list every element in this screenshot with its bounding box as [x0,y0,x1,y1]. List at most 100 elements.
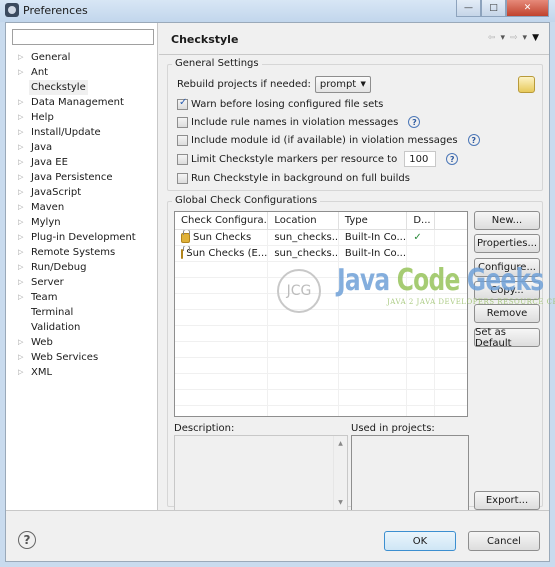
rebuild-select[interactable]: prompt ▼ [314,75,371,93]
tree-item-web[interactable]: ▷ Web [18,335,136,350]
set-as-default-button[interactable]: Set as Default [474,327,540,349]
minimize-button[interactable]: — [456,0,481,17]
tree-item-run-debug[interactable]: ▷ Run/Debug [18,260,136,275]
column-header-location[interactable]: Location [268,212,339,229]
tree-item-ant[interactable]: ▷ Ant [18,65,136,80]
tree-item-terminal[interactable]: Terminal [18,305,136,320]
expand-arrow-icon[interactable]: ▷ [18,110,31,125]
help-icon[interactable]: ? [408,116,421,128]
tree-item-general[interactable]: ▷ General [18,50,136,65]
tree-item-xml[interactable]: ▷ XML [18,365,136,380]
tree-item-maven[interactable]: ▷ Maven [18,200,136,215]
back-dropdown-icon[interactable]: ▾ [500,33,505,43]
table-row[interactable]: Sun Checks sun_checks... Built-In Co... … [175,230,467,246]
expand-arrow-icon[interactable]: ▷ [18,140,31,155]
tree-item-validation[interactable]: Validation [18,320,136,335]
expand-arrow-icon[interactable]: ▷ [18,170,31,185]
filter-input[interactable] [12,29,154,45]
footer-divider [6,510,549,511]
title-bar: Preferences — □ ✕ [0,0,555,22]
tree-item-label: General [31,52,71,63]
tree-item-web-services[interactable]: ▷ Web Services [18,350,136,365]
column-header-default[interactable]: D... [407,212,436,229]
run-background-checkbox[interactable] [177,172,188,184]
limit-markers-checkbox[interactable] [177,153,188,165]
tree-item-help[interactable]: ▷ Help [18,110,136,125]
help-icon[interactable]: ? [18,531,36,549]
view-menu-icon[interactable]: ▼ [532,33,539,43]
ok-button[interactable]: OK [384,531,456,551]
maximize-button[interactable]: □ [481,0,506,17]
cancel-button[interactable]: Cancel [468,531,540,551]
empty-row [175,294,467,310]
expand-arrow-icon[interactable]: ▷ [18,125,31,140]
tree-item-plug-in-development[interactable]: ▷ Plug-in Development [18,230,136,245]
scroll-down-icon[interactable]: ▼ [338,499,343,506]
tree-item-label: XML [31,367,53,378]
tree-item-server[interactable]: ▷ Server [18,275,136,290]
tree-item-javascript[interactable]: ▷ JavaScript [18,185,136,200]
expand-arrow-icon[interactable]: ▷ [18,65,31,80]
description-scrollbar[interactable]: ▲ ▼ [333,436,347,510]
limit-markers-label: Limit Checkstyle markers per resource to [191,153,398,165]
chevron-down-icon: ▼ [360,80,366,88]
tree-item-java-persistence[interactable]: ▷ Java Persistence [18,170,136,185]
remove-button[interactable]: Remove [474,304,540,323]
configure-button[interactable]: Configure... [474,258,540,277]
configuration-icon[interactable] [518,76,535,93]
scroll-up-icon[interactable]: ▲ [338,440,343,447]
expand-arrow-icon[interactable]: ▷ [18,245,31,260]
table-row[interactable]: Sun Checks (E... sun_checks... Built-In … [175,246,467,262]
expand-arrow-icon[interactable]: ▷ [18,290,31,305]
expand-arrow-icon[interactable]: ▷ [18,350,31,365]
markers-limit-input[interactable]: 100 [404,151,437,167]
expand-arrow-icon[interactable]: ▷ [18,185,31,200]
properties-button[interactable]: Properties... [474,234,540,253]
column-header-type[interactable]: Type [339,212,408,229]
column-header-name[interactable]: Check Configura... [175,212,269,229]
run-background-label: Run Checkstyle in background on full bui… [191,172,410,184]
lock-icon [181,246,191,259]
expand-arrow-icon[interactable]: ▷ [18,200,31,215]
expand-arrow-icon[interactable]: ▷ [18,365,31,380]
tree-item-mylyn[interactable]: ▷ Mylyn [18,215,136,230]
warn-file-sets-checkbox[interactable] [177,97,188,110]
expand-arrow-icon[interactable]: ▷ [18,230,31,245]
expand-arrow-icon[interactable]: ▷ [18,335,31,350]
tree-item-label: JavaScript [31,187,82,198]
preferences-dialog: ▷ General ▷ Ant Checkstyle ▷ Data Management ▷ H… [5,22,555,562]
new-button[interactable]: New... [474,211,540,230]
forward-dropdown-icon[interactable]: ▾ [523,33,528,43]
config-location: sun_checks... [268,246,339,261]
include-module-id-checkbox[interactable] [177,134,188,146]
expand-arrow-icon[interactable]: ▷ [18,155,31,170]
tree-item-label: Install/Update [31,127,101,138]
window-title: Preferences [23,4,88,17]
empty-row [175,406,467,416]
back-arrow-icon[interactable]: ⇦ [488,33,496,43]
expand-arrow-icon[interactable]: ▷ [18,95,31,110]
include-rule-names-checkbox[interactable] [177,116,188,128]
close-button[interactable]: ✕ [506,0,549,17]
tree-item-label: Ant [31,67,49,78]
tree-item-team[interactable]: ▷ Team [18,290,136,305]
tree-item-data-management[interactable]: ▷ Data Management [18,95,136,110]
help-icon[interactable]: ? [446,153,459,165]
tree-item-java[interactable]: ▷ Java [18,140,136,155]
tree-item-install-update[interactable]: ▷ Install/Update [18,125,136,140]
help-icon[interactable]: ? [467,134,480,146]
copy-button[interactable]: Copy... [474,281,540,300]
tree-item-remote-systems[interactable]: ▷ Remote Systems [18,245,136,260]
tree-item-checkstyle[interactable]: Checkstyle [18,80,136,95]
used-in-projects-list[interactable] [351,435,469,511]
expand-arrow-icon[interactable]: ▷ [18,275,31,290]
tree-item-label: Mylyn [31,217,61,228]
export-button[interactable]: Export... [474,491,540,510]
tree-item-java-ee[interactable]: ▷ Java EE [18,155,136,170]
expand-arrow-icon[interactable]: ▷ [18,260,31,275]
expand-arrow-icon[interactable]: ▷ [18,50,31,65]
configurations-table[interactable]: Check Configura... Location Type D... Su… [174,211,468,417]
forward-arrow-icon[interactable]: ⇨ [510,33,518,43]
expand-arrow-icon[interactable]: ▷ [18,215,31,230]
tree-item-label: Checkstyle [29,80,88,95]
